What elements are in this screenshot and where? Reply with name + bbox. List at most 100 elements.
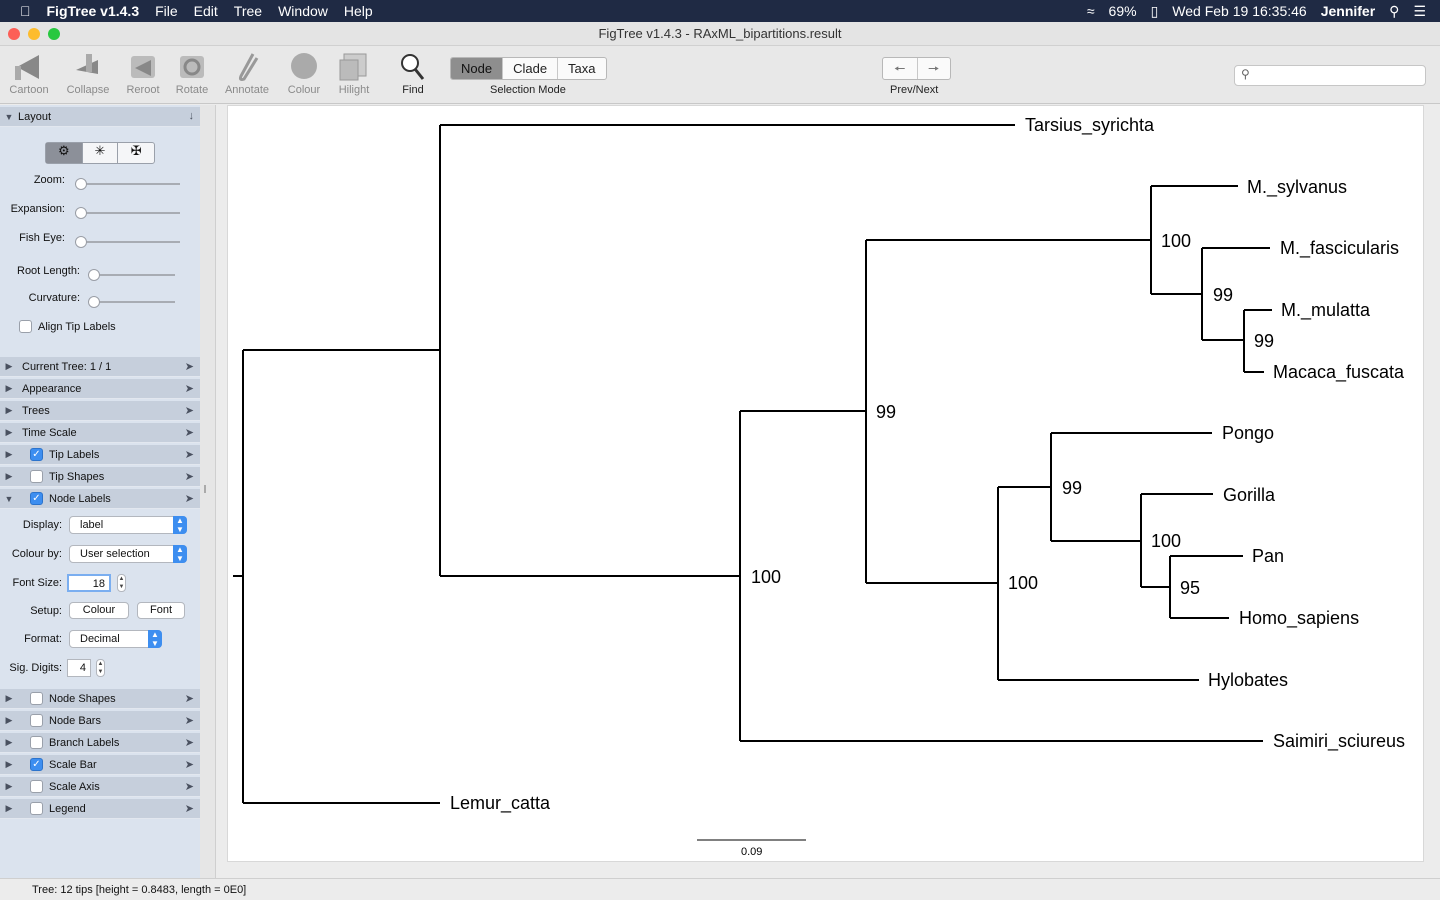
hilight-button[interactable]: Hilight bbox=[326, 50, 382, 96]
pin-icon[interactable]: ➤ bbox=[185, 404, 194, 417]
panel-node-labels[interactable]: ▼ ✓ Node Labels ➤ bbox=[0, 489, 200, 509]
root-length-slider-knob[interactable] bbox=[88, 269, 100, 281]
panel-scale-bar[interactable]: ▶ ✓ Scale Bar ➤ bbox=[0, 755, 200, 775]
pin-icon[interactable]: ➤ bbox=[185, 360, 194, 373]
pin-icon[interactable]: ➤ bbox=[185, 780, 194, 793]
notification-center-icon[interactable]: ☰ bbox=[1409, 3, 1430, 20]
scale-axis-checkbox[interactable] bbox=[30, 780, 43, 793]
node-shapes-checkbox[interactable] bbox=[30, 692, 43, 705]
pin-icon[interactable]: ➤ bbox=[185, 692, 194, 705]
node-label[interactable]: 99 bbox=[876, 402, 896, 422]
battery-level[interactable]: 69% bbox=[1105, 3, 1141, 19]
next-button[interactable]: 🠖 bbox=[916, 58, 951, 79]
radial-layout-button[interactable]: ✠ bbox=[118, 143, 154, 163]
curvature-slider[interactable] bbox=[89, 301, 175, 303]
find-button[interactable]: Find bbox=[385, 50, 441, 96]
expansion-slider[interactable] bbox=[75, 212, 180, 214]
pin-icon[interactable]: ➤ bbox=[185, 382, 194, 395]
tip-shapes-checkbox[interactable] bbox=[30, 470, 43, 483]
panel-appearance[interactable]: ▶ Appearance ➤ bbox=[0, 379, 200, 399]
colour-by-popup[interactable]: User selection ▲ ▼ bbox=[69, 545, 187, 563]
panel-current-tree[interactable]: ▶ Current Tree: 1 / 1 ➤ bbox=[0, 357, 200, 377]
align-tip-labels-checkbox[interactable] bbox=[19, 320, 32, 333]
pin-icon[interactable]: ➤ bbox=[185, 470, 194, 483]
reroot-button[interactable]: Reroot bbox=[115, 50, 171, 96]
node-label[interactable]: 100 bbox=[1161, 231, 1191, 251]
pin-icon[interactable]: ↓ bbox=[189, 110, 195, 122]
font-setup-button[interactable]: Font bbox=[137, 602, 185, 619]
fisheye-slider[interactable] bbox=[75, 241, 180, 243]
app-menu[interactable]: FigTree v1.4.3 bbox=[39, 3, 148, 19]
pin-icon[interactable]: ➤ bbox=[185, 736, 194, 749]
menu-window[interactable]: Window bbox=[270, 3, 336, 19]
pin-icon[interactable]: ➤ bbox=[185, 426, 194, 439]
font-size-field[interactable]: 18 bbox=[67, 574, 111, 592]
cartoon-button[interactable]: Cartoon bbox=[1, 50, 57, 96]
panel-legend[interactable]: ▶ Legend ➤ bbox=[0, 799, 200, 819]
node-label[interactable]: 99 bbox=[1062, 478, 1082, 498]
zoom-slider[interactable] bbox=[75, 183, 180, 185]
node-bars-checkbox[interactable] bbox=[30, 714, 43, 727]
battery-icon[interactable]: ▯ bbox=[1147, 3, 1163, 20]
spotlight-icon[interactable]: ⚲ bbox=[1385, 3, 1403, 20]
align-tip-labels-row[interactable]: Align Tip Labels bbox=[19, 320, 116, 333]
apple-icon[interactable]:  bbox=[0, 3, 39, 19]
tip-label[interactable]: Hylobates bbox=[1208, 670, 1288, 690]
split-pane-divider[interactable] bbox=[200, 105, 216, 878]
branch-labels-checkbox[interactable] bbox=[30, 736, 43, 749]
panel-scale-axis[interactable]: ▶ Scale Axis ➤ bbox=[0, 777, 200, 797]
menu-file[interactable]: File bbox=[147, 3, 186, 19]
format-popup[interactable]: Decimal ▲ ▼ bbox=[69, 630, 162, 648]
panel-time-scale[interactable]: ▶ Time Scale ➤ bbox=[0, 423, 200, 443]
clock[interactable]: Wed Feb 19 16:35:46 bbox=[1168, 3, 1310, 19]
tip-label[interactable]: Gorilla bbox=[1223, 485, 1276, 505]
node-labels-checkbox[interactable]: ✓ bbox=[30, 492, 43, 505]
node-label[interactable]: 100 bbox=[1008, 573, 1038, 593]
panel-tip-shapes[interactable]: ▶ Tip Shapes ➤ bbox=[0, 467, 200, 487]
node-label[interactable]: 100 bbox=[751, 567, 781, 587]
expansion-slider-knob[interactable] bbox=[75, 207, 87, 219]
tip-label[interactable]: M._fascicularis bbox=[1280, 238, 1399, 259]
tip-label[interactable]: Macaca_fuscata bbox=[1273, 362, 1405, 383]
menu-edit[interactable]: Edit bbox=[186, 3, 226, 19]
scale-bar-checkbox[interactable]: ✓ bbox=[30, 758, 43, 771]
pin-icon[interactable]: ➤ bbox=[185, 802, 194, 815]
display-popup[interactable]: label ▲ ▼ bbox=[69, 516, 187, 534]
layout-panel-header[interactable]: ▼ Layout ↓ bbox=[0, 107, 200, 127]
menu-tree[interactable]: Tree bbox=[226, 3, 270, 19]
pin-icon[interactable]: ➤ bbox=[185, 492, 194, 505]
prev-button[interactable]: 🠔 bbox=[883, 58, 917, 79]
fisheye-slider-knob[interactable] bbox=[75, 236, 87, 248]
rectangular-layout-button[interactable]: ⚙ bbox=[46, 143, 83, 163]
polar-layout-button[interactable]: ✳ bbox=[83, 143, 119, 163]
tip-label[interactable]: M._sylvanus bbox=[1247, 177, 1347, 198]
tree-canvas[interactable]: Tarsius_syrichta M._sylvanus M._fascicul… bbox=[227, 105, 1424, 862]
font-size-stepper[interactable]: ▲ ▼ bbox=[117, 574, 126, 592]
tip-label[interactable]: M._mulatta bbox=[1281, 300, 1371, 321]
colour-button[interactable]: Colour bbox=[276, 50, 332, 96]
tip-labels-checkbox[interactable]: ✓ bbox=[30, 448, 43, 461]
collapse-button[interactable]: Collapse bbox=[60, 50, 116, 96]
pin-icon[interactable]: ➤ bbox=[185, 758, 194, 771]
panel-trees[interactable]: ▶ Trees ➤ bbox=[0, 401, 200, 421]
wifi-icon[interactable]: ≈ bbox=[1083, 3, 1099, 19]
panel-node-shapes[interactable]: ▶ Node Shapes ➤ bbox=[0, 689, 200, 709]
zoom-slider-knob[interactable] bbox=[75, 178, 87, 190]
tip-label[interactable]: Pan bbox=[1252, 546, 1284, 566]
root-length-slider[interactable] bbox=[89, 274, 175, 276]
node-label[interactable]: 99 bbox=[1254, 331, 1274, 351]
sig-digits-stepper[interactable]: ▲ ▼ bbox=[96, 659, 105, 677]
selection-mode-clade[interactable]: Clade bbox=[502, 58, 557, 79]
colour-setup-button[interactable]: Colour bbox=[69, 602, 129, 619]
menu-help[interactable]: Help bbox=[336, 3, 381, 19]
selection-mode-node[interactable]: Node bbox=[451, 58, 503, 79]
node-label[interactable]: 95 bbox=[1180, 578, 1200, 598]
user-name[interactable]: Jennifer bbox=[1317, 3, 1379, 19]
selection-mode-taxa[interactable]: Taxa bbox=[557, 58, 605, 79]
pin-icon[interactable]: ➤ bbox=[185, 448, 194, 461]
node-label[interactable]: 99 bbox=[1213, 285, 1233, 305]
divider-grip[interactable] bbox=[204, 485, 206, 493]
tip-label[interactable]: Pongo bbox=[1222, 423, 1274, 443]
tip-label[interactable]: Lemur_catta bbox=[450, 793, 551, 814]
tip-label[interactable]: Tarsius_syrichta bbox=[1025, 115, 1155, 136]
